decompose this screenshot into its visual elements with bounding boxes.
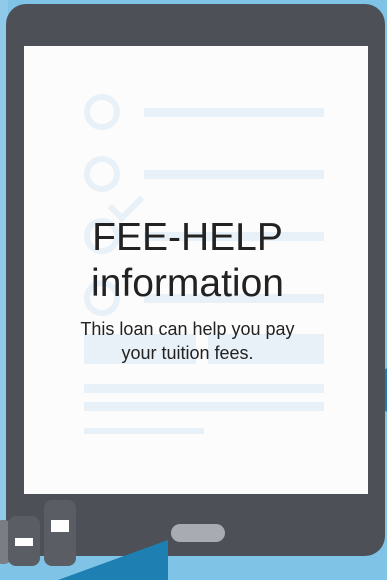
subtitle-line-1: This loan can help you pay <box>80 319 295 339</box>
checklist-circle-icon <box>84 156 120 192</box>
form-line <box>84 428 204 434</box>
info-card-text: FEE-HELP information This loan can help … <box>20 215 355 365</box>
page-title: FEE-HELP information <box>20 215 355 307</box>
checklist-circle-icon <box>84 94 120 130</box>
form-line <box>84 384 324 393</box>
checklist-line <box>144 108 324 117</box>
page-subtitle: This loan can help you pay your tuition … <box>20 317 355 365</box>
phone-icon <box>44 500 76 566</box>
tablet-home-button <box>171 524 225 542</box>
subtitle-line-2: your tuition fees. <box>121 343 254 363</box>
form-line <box>84 402 324 411</box>
phone-icon <box>8 516 40 566</box>
title-line-1: FEE-HELP <box>92 216 283 259</box>
title-line-2: information <box>91 262 284 305</box>
checklist-line <box>144 170 324 179</box>
